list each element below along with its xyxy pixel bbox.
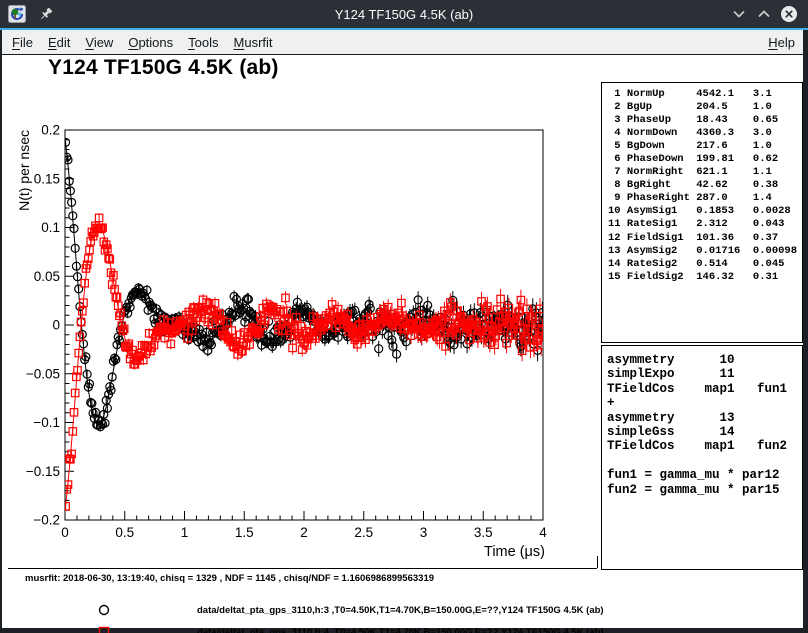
menu-view[interactable]: View [79, 32, 119, 53]
svg-text:0.15: 0.15 [34, 171, 60, 186]
svg-text:0: 0 [52, 318, 60, 333]
parameter-row-normright: 7 NormRight 621.1 1.1 [608, 166, 802, 179]
parameter-row-bgdown: 5 BgDown 217.6 1.0 [608, 140, 802, 153]
svg-text:−0.2: −0.2 [33, 513, 60, 528]
menu-tools[interactable]: Tools [182, 32, 224, 53]
legend-item: data/deltat_pta_gps_3110,h:4 ,T0=4.50K,T… [8, 625, 597, 633]
menu-help[interactable]: Help [760, 32, 803, 53]
parameter-row-bgup: 2 BgUp 204.5 1.0 [608, 101, 802, 114]
parameter-row-bgright: 8 BgRight 42.62 0.38 [608, 179, 802, 192]
theory-box: asymmetry 10 simplExpo 11 TFieldCos map1… [601, 345, 803, 570]
svg-text:0.5: 0.5 [115, 525, 134, 540]
data-series-h4 [62, 213, 546, 511]
theory-curve [65, 138, 543, 425]
theory-text: asymmetry 10 simplExpo 11 TFieldCos map1… [607, 353, 802, 497]
fit-info: musrfit: 2018-06-30, 13:19:40, chisq = 1… [25, 573, 434, 584]
pad-divider [597, 556, 598, 568]
data-series-h3 [62, 138, 547, 432]
svg-text:2: 2 [300, 525, 308, 540]
svg-text:3: 3 [420, 525, 428, 540]
y-axis-title: N(t) per nsec [16, 130, 32, 211]
maximize-button[interactable] [755, 5, 773, 23]
svg-text:−0.1: −0.1 [33, 415, 60, 430]
svg-text:3.5: 3.5 [474, 525, 493, 540]
parameter-row-normdown: 4 NormDown 4360.3 3.0 [608, 127, 802, 140]
svg-text:0.1: 0.1 [41, 220, 60, 235]
parameter-row-asymsig1: 10 AsymSig1 0.1853 0.0028 [608, 205, 802, 218]
parameter-row-phaseright: 9 PhaseRight 287.0 1.4 [608, 192, 802, 205]
menu-edit[interactable]: Edit [42, 32, 76, 53]
svg-text:1.5: 1.5 [235, 525, 254, 540]
svg-text:1: 1 [181, 525, 189, 540]
svg-text:2.5: 2.5 [354, 525, 373, 540]
legend-item: data/deltat_pta_gps_3110,h:3 ,T0=4.50K,T… [8, 603, 597, 619]
parameter-row-normup: 1 NormUp 4542.1 3.1 [608, 88, 802, 101]
menu-file[interactable]: File [6, 32, 39, 53]
parameter-row-ratesig1: 11 RateSig1 2.312 0.043 [608, 218, 802, 231]
menu-items: FileEditViewOptionsToolsMusrfit [2, 32, 282, 53]
titlebar[interactable]: Y124 TF150G 4.5K (ab) [0, 0, 808, 28]
svg-text:0: 0 [61, 525, 69, 540]
menubar: FileEditViewOptionsToolsMusrfit Help [2, 30, 803, 55]
parameter-row-phasedown: 6 PhaseDown 199.81 0.62 [608, 153, 802, 166]
legend-label: data/deltat_pta_gps_3110,h:3 ,T0=4.50K,T… [197, 605, 604, 616]
parameter-row-fieldsig1: 12 FieldSig1 101.36 0.37 [608, 232, 802, 245]
parameter-box: 1 NormUp 4542.1 3.1 2 BgUp 204.5 1.0 3 P… [601, 82, 803, 343]
x-axis-title: Time (μs) [484, 544, 545, 560]
svg-text:4: 4 [539, 525, 547, 540]
info-pad: musrfit: 2018-06-30, 13:19:40, chisq = 1… [8, 568, 597, 628]
svg-text:−0.05: −0.05 [26, 366, 60, 381]
parameter-row-fieldsig2: 15 FieldSig2 146.32 0.31 [608, 271, 802, 284]
square-marker-icon [97, 625, 111, 633]
pin-icon[interactable] [38, 6, 54, 22]
close-button[interactable] [780, 5, 798, 23]
root-canvas[interactable]: Y124 TF150G 4.5K (ab) 00.511.522.533.54−… [2, 55, 803, 628]
parameter-row-ratesig2: 14 RateSig2 0.514 0.045 [608, 258, 802, 271]
menu-musrfit[interactable]: Musrfit [228, 32, 279, 53]
circle-marker-icon [97, 603, 111, 617]
legend-label: data/deltat_pta_gps_3110,h:4 ,T0=4.50K,T… [197, 627, 604, 633]
minimize-button[interactable] [730, 5, 748, 23]
root-app-icon [8, 5, 26, 23]
window-title: Y124 TF150G 4.5K (ab) [0, 7, 808, 22]
svg-text:0.2: 0.2 [41, 123, 60, 138]
svg-text:0.05: 0.05 [34, 269, 60, 284]
svg-text:−0.15: −0.15 [26, 464, 60, 479]
plot-area[interactable]: 0 0.5 1 1.5 2 2.5 3 3.5 4 −0.2 −0.15 −0.1 −0.05 0 0.05… [2, 55, 602, 569]
parameter-row-asymsig2: 13 AsymSig2 0.01716 0.00098 [608, 245, 802, 258]
app-window: Y124 TF150G 4.5K (ab) FileEditViewOption… [0, 0, 808, 633]
parameter-row-phaseup: 3 PhaseUp 18.43 0.65 [608, 114, 802, 127]
menu-options[interactable]: Options [122, 32, 179, 53]
